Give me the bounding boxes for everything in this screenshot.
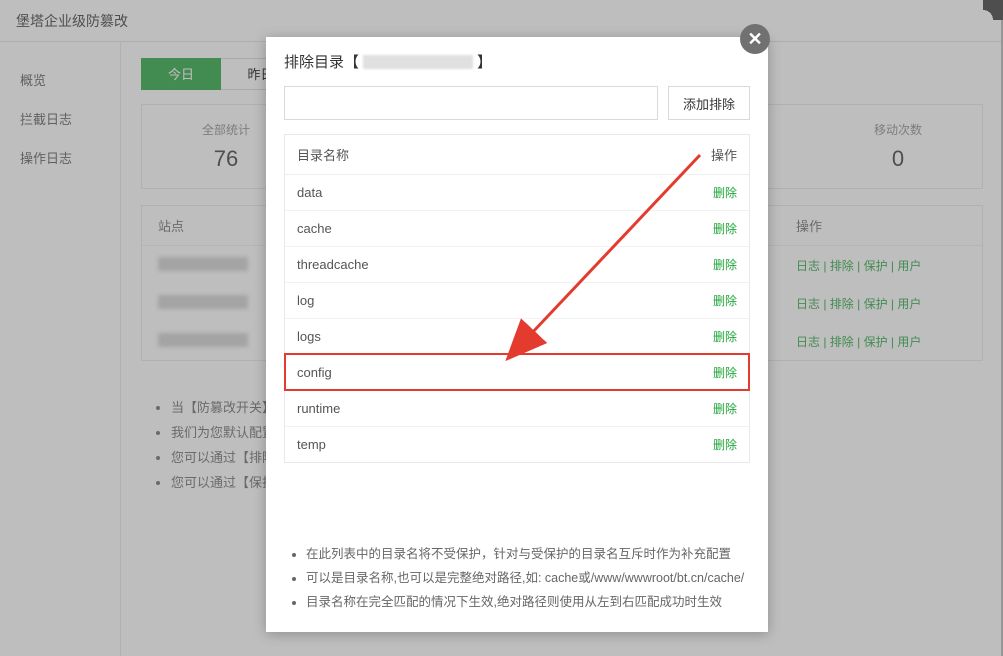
delete-link[interactable]: 删除 <box>713 366 737 380</box>
modal-title: 排除目录【 】 <box>266 37 768 86</box>
exclude-row-name: runtime <box>297 401 697 416</box>
exclude-input[interactable] <box>284 86 658 120</box>
exclude-row: config 删除 <box>285 354 749 390</box>
delete-link[interactable]: 删除 <box>713 330 737 344</box>
exclude-table: 目录名称 操作 data删除cache删除threadcache删除log删除l… <box>284 134 750 463</box>
add-exclude-button[interactable]: 添加排除 <box>668 86 750 120</box>
exclude-row-name: data <box>297 185 697 200</box>
delete-link[interactable]: 删除 <box>713 294 737 308</box>
input-row: 添加排除 <box>284 86 750 120</box>
delete-link[interactable]: 删除 <box>713 438 737 452</box>
exclude-row: log 删除 <box>285 282 749 318</box>
exclude-head-op: 操作 <box>697 145 737 164</box>
modal-note-item: 可以是目录名称,也可以是完整绝对路径,如: cache或/www/wwwroot… <box>306 567 750 591</box>
exclude-row-name: cache <box>297 221 697 236</box>
modal-note-item: 在此列表中的目录名将不受保护，针对与受保护的目录名互斥时作为补充配置 <box>306 543 750 567</box>
exclude-row: data 删除 <box>285 175 749 210</box>
exclude-head-name: 目录名称 <box>297 145 697 164</box>
modal-body: 添加排除 目录名称 操作 data删除cache删除threadcache删除l… <box>266 86 768 632</box>
modal-title-prefix: 排除目录【 <box>284 51 359 72</box>
delete-link[interactable]: 删除 <box>713 222 737 236</box>
delete-link[interactable]: 删除 <box>713 186 737 200</box>
exclude-modal: 排除目录【 】 添加排除 目录名称 操作 data删除cache删除thread… <box>266 37 768 632</box>
exclude-row: logs 删除 <box>285 318 749 354</box>
exclude-row-name: log <box>297 293 697 308</box>
exclude-row: temp 删除 <box>285 426 749 462</box>
modal-notes: 在此列表中的目录名将不受保护，针对与受保护的目录名互斥时作为补充配置 可以是目录… <box>284 543 750 614</box>
exclude-row: cache 删除 <box>285 210 749 246</box>
delete-link[interactable]: 删除 <box>713 402 737 416</box>
modal-title-censored <box>363 55 473 69</box>
exclude-row: threadcache 删除 <box>285 246 749 282</box>
exclude-row-name: temp <box>297 437 697 452</box>
exclude-row-name: config <box>297 365 697 380</box>
modal-title-suffix: 】 <box>477 51 492 72</box>
exclude-row-name: logs <box>297 329 697 344</box>
exclude-row: runtime 删除 <box>285 390 749 426</box>
close-icon[interactable]: ✕ <box>740 24 770 54</box>
modal-note-item: 目录名称在完全匹配的情况下生效,绝对路径则使用从左到右匹配成功时生效 <box>306 591 750 615</box>
delete-link[interactable]: 删除 <box>713 258 737 272</box>
exclude-row-name: threadcache <box>297 257 697 272</box>
exclude-table-head: 目录名称 操作 <box>285 135 749 175</box>
